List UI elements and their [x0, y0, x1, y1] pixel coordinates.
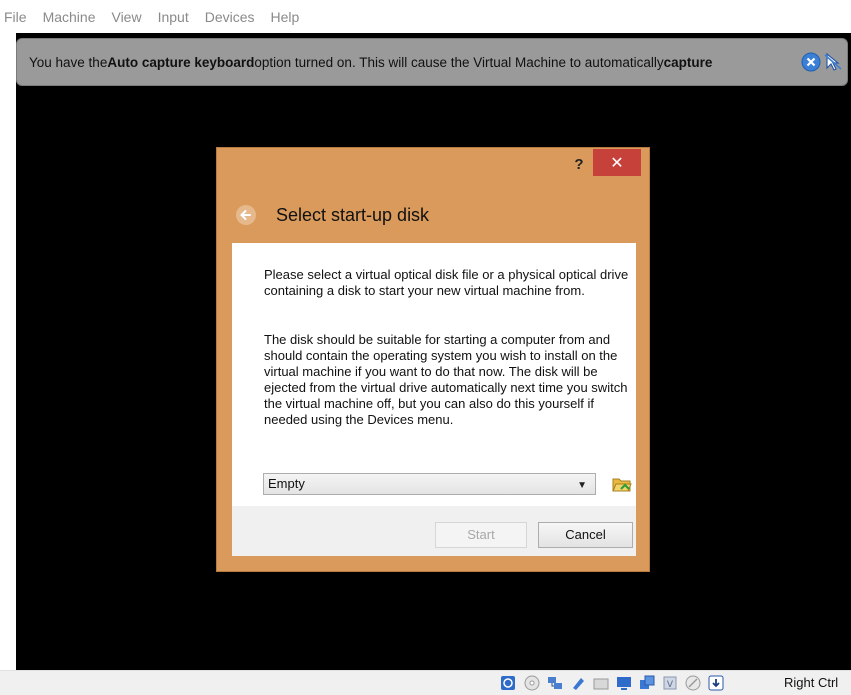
notice-text-1: You have the	[29, 54, 108, 70]
keyboard-capture-icon[interactable]	[708, 675, 724, 691]
dropdown-arrow-icon: ▼	[577, 480, 587, 491]
optical-drive-icon[interactable]	[524, 675, 540, 691]
menu-input[interactable]: Input	[158, 9, 189, 25]
network-icon[interactable]	[547, 675, 563, 691]
menu-machine[interactable]: Machine	[43, 9, 96, 25]
start-button[interactable]: Start	[435, 522, 527, 548]
video-capture-icon[interactable]	[639, 675, 655, 691]
dialog-body: Please select a virtual optical disk fil…	[232, 243, 636, 506]
notice-bold-1: Auto capture keyboard	[107, 54, 255, 70]
cancel-button[interactable]: Cancel	[538, 522, 633, 548]
close-button[interactable]: ✕	[593, 149, 641, 176]
menu-file[interactable]: File	[4, 9, 27, 25]
cpu-icon[interactable]: V	[662, 675, 678, 691]
mouse-pointer-icon[interactable]	[685, 675, 701, 691]
host-key-label: Right Ctrl	[784, 675, 839, 690]
auto-capture-notice: You have the Auto capture keyboard optio…	[16, 38, 848, 86]
back-arrow-icon[interactable]	[235, 204, 257, 226]
menu-view[interactable]: View	[111, 9, 141, 25]
shared-folders-icon[interactable]	[593, 675, 609, 691]
description-paragraph-2: The disk should be suitable for starting…	[264, 332, 628, 427]
notice-text-2: option turned on. This will cause the Vi…	[254, 54, 664, 70]
notice-bold-2: capture	[663, 54, 713, 70]
menubar: File Machine View Input Devices Help	[0, 0, 851, 33]
notice-close-icon[interactable]	[801, 52, 821, 72]
choose-disk-folder-icon[interactable]	[612, 474, 632, 494]
usb-icon[interactable]	[570, 675, 586, 691]
mouse-integration-icon[interactable]	[823, 52, 843, 72]
display-icon[interactable]	[616, 675, 632, 691]
help-button[interactable]: ?	[568, 154, 590, 176]
select-startup-disk-dialog: ? ✕ Select start-up disk Please select a…	[216, 147, 650, 572]
menu-help[interactable]: Help	[271, 9, 300, 25]
disk-selected-value: Empty	[268, 476, 305, 491]
dialog-footer: Start Cancel	[232, 506, 636, 556]
statusbar: V Right Ctrl	[0, 670, 851, 695]
hard-disk-icon[interactable]	[500, 675, 516, 691]
description-paragraph-1: Please select a virtual optical disk fil…	[264, 267, 629, 298]
disk-select-dropdown[interactable]: Empty ▼	[263, 473, 596, 495]
svg-text:V: V	[667, 680, 674, 690]
dialog-title: Select start-up disk	[276, 205, 430, 225]
menu-devices[interactable]: Devices	[205, 9, 255, 25]
